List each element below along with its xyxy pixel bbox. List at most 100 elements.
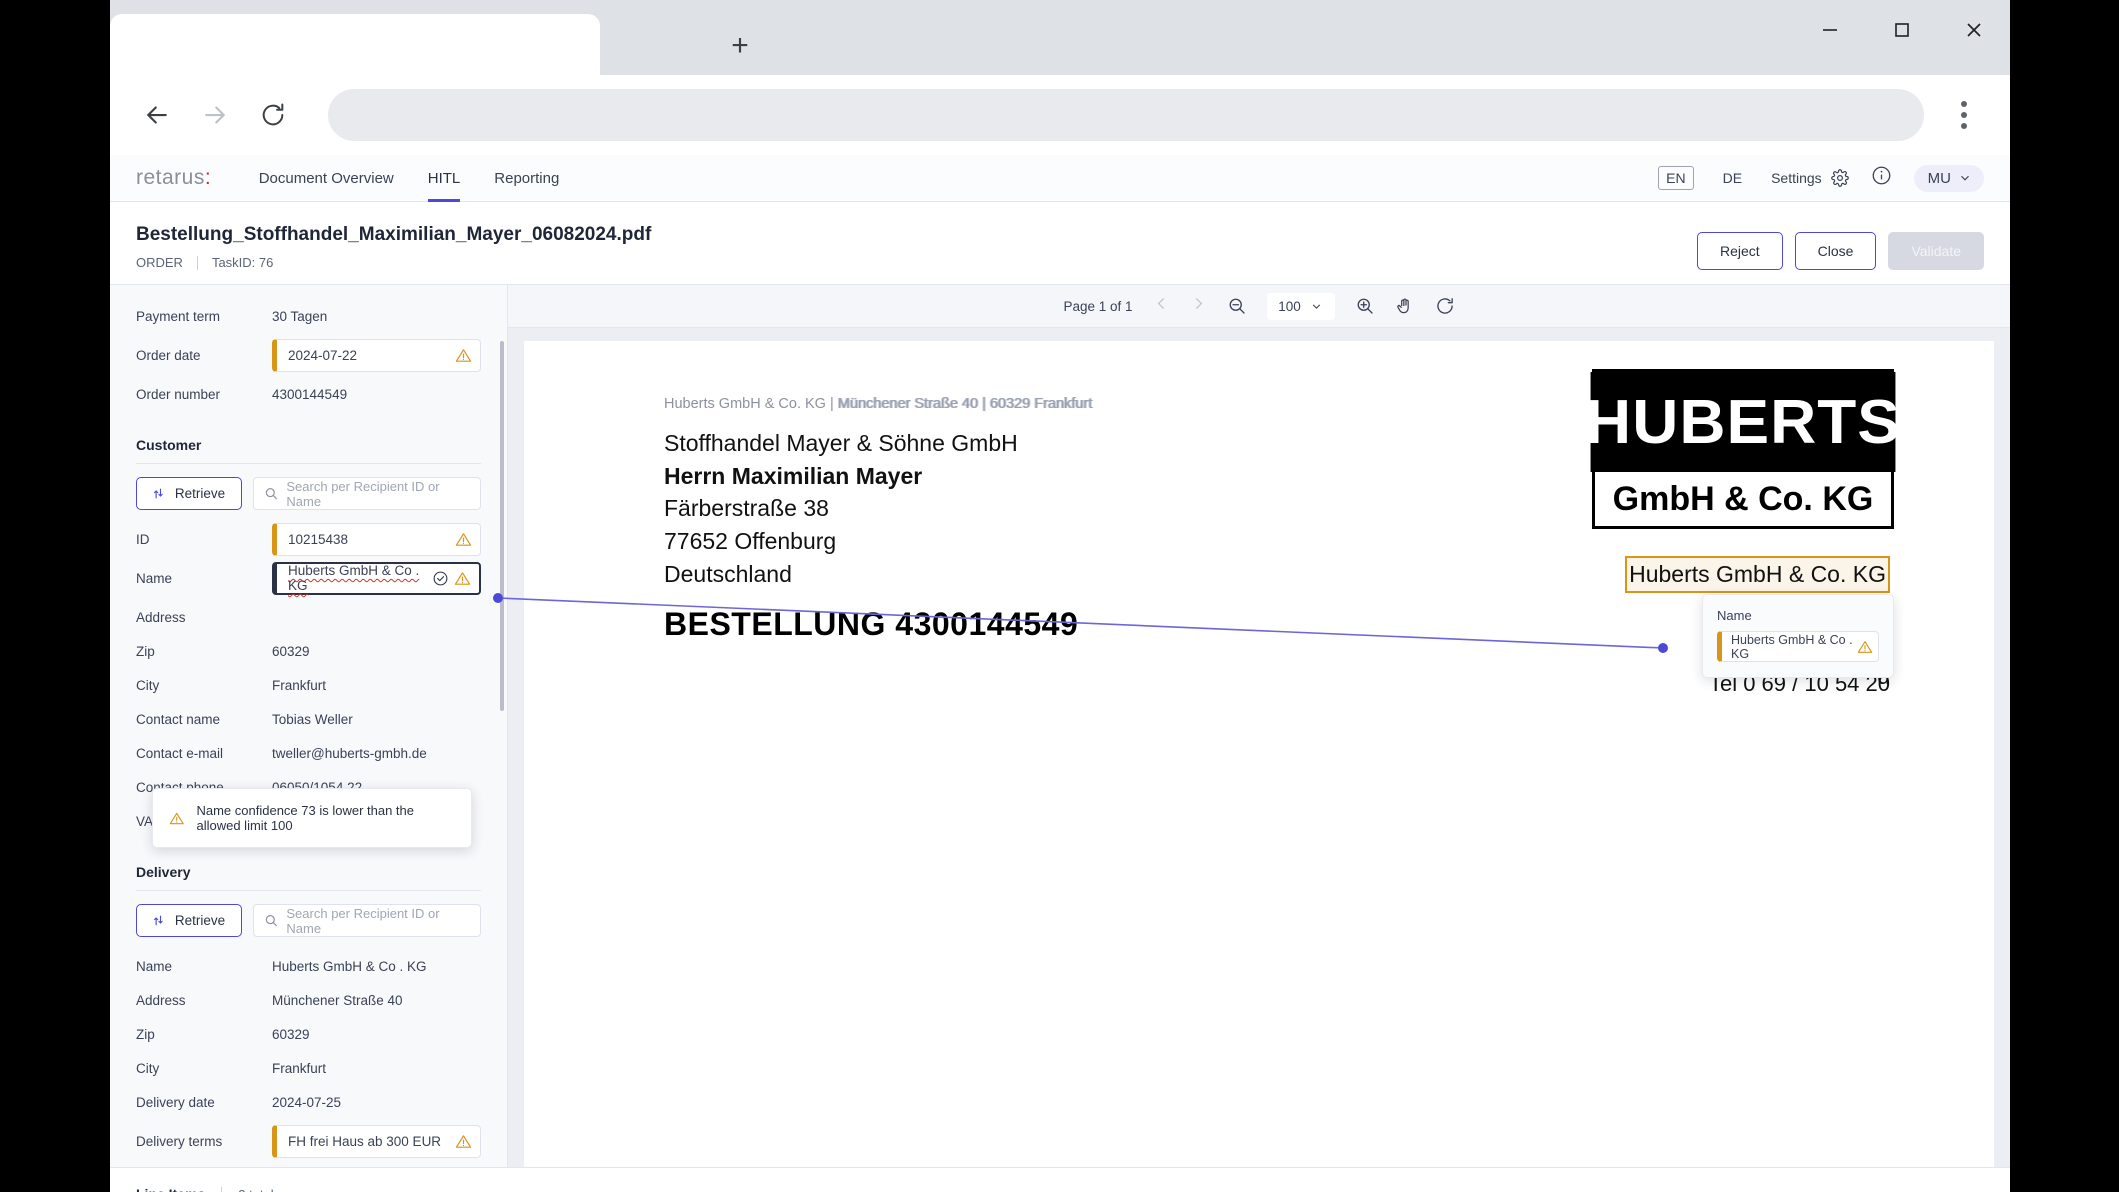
field-row-delivery-terms: Delivery terms FH frei Haus ab 300 EUR (136, 1124, 481, 1158)
rotate-icon[interactable] (1435, 296, 1455, 316)
task-id: TaskID: 76 (211, 255, 274, 270)
document-header: Bestellung_Stoffhandel_Maximilian_Mayer_… (110, 202, 2010, 285)
prev-page-icon[interactable] (1153, 295, 1170, 317)
field-value: 4300144549 (272, 386, 348, 402)
delivery-retrieve-button[interactable]: Retrieve (136, 904, 242, 937)
check-circle-icon (433, 571, 448, 585)
forward-arrow-icon[interactable] (186, 86, 244, 144)
popup-name-input[interactable]: Huberts GmbH & Co . KG (1717, 631, 1879, 662)
addr-line-2: Herrn Maximilian Mayer (664, 462, 923, 489)
sync-icon (153, 488, 163, 499)
field-value: 30 Tagen (272, 308, 328, 324)
hand-icon[interactable] (1395, 296, 1415, 316)
field-label: Name (136, 570, 173, 586)
field-label: Name (136, 958, 173, 974)
field-label: Contact e-mail (136, 745, 224, 761)
delivery-terms-input[interactable]: FH frei Haus ab 300 EUR (272, 1124, 481, 1158)
pdf-highlighted-name[interactable]: Huberts GmbH & Co. KG (1625, 556, 1890, 594)
user-avatar[interactable]: MU (1913, 164, 1984, 192)
retrieve-label: Retrieve (174, 486, 226, 501)
settings-label: Settings (1771, 170, 1822, 186)
header-actions: Reject Close Validate (1696, 224, 1984, 270)
field-row-delivery-city: City Frankfurt (136, 1051, 481, 1085)
search-placeholder: Search per Recipient ID or Name (286, 478, 440, 509)
maximize-icon[interactable] (1866, 0, 1938, 60)
logo-top-text: HUBERTS (1585, 372, 1900, 472)
field-label: Zip (136, 643, 155, 659)
addr-line-4: 77652 Offenburg (664, 527, 837, 554)
validate-button: Validate (1888, 232, 1984, 270)
nav-document-overview[interactable]: Document Overview (259, 155, 394, 202)
field-row-contact-name: Contact name Tobias Weller (136, 702, 481, 736)
field-label: Delivery date (136, 1094, 215, 1110)
zoom-in-icon[interactable] (1355, 296, 1375, 316)
pdf-page-area[interactable]: HUBERTS GmbH & Co. KG Huberts GmbH & Co.… (508, 328, 2010, 1167)
pdf-viewer: Page 1 of 1 100 HUBERTS GmbH & Co. KG Hu… (508, 285, 2010, 1167)
nav-hitl[interactable]: HITL (427, 155, 460, 202)
customer-search-input[interactable]: Search per Recipient ID or Name (253, 477, 481, 510)
field-label: Delivery terms (136, 1133, 223, 1149)
field-row-contact-email: Contact e-mail tweller@huberts-gmbh.de (136, 736, 481, 770)
pdf-toolbar: Page 1 of 1 100 (508, 285, 2010, 328)
address-bar[interactable] (328, 89, 1924, 141)
fields-sidebar: Payment term 30 Tagen Order date 2024-07… (110, 285, 508, 1167)
chevron-down-icon (1961, 175, 1969, 181)
customer-name-input[interactable]: Huberts GmbH & Co . KG (272, 561, 481, 595)
popup-value: Huberts GmbH & Co . KG (1731, 632, 1853, 661)
close-icon[interactable] (1938, 0, 2010, 60)
reload-icon[interactable] (244, 86, 302, 144)
zoom-level-select[interactable]: 100 (1266, 292, 1335, 320)
addr-line-1: Stoffhandel Mayer & Söhne GmbH (664, 430, 1018, 456)
field-label: City (136, 1060, 160, 1076)
field-row-payment-term: Payment term 30 Tagen (136, 299, 481, 333)
customer-retrieve-button[interactable]: Retrieve (136, 477, 242, 510)
new-tab-button[interactable]: + (720, 26, 760, 66)
lang-de-button[interactable]: DE (1716, 167, 1749, 189)
field-value: 2024-07-22 (288, 347, 358, 363)
warning-icon (454, 571, 471, 585)
sidebar-scrollbar[interactable] (500, 341, 504, 711)
delivery-search-input[interactable]: Search per Recipient ID or Name (253, 904, 481, 937)
field-row-delivery-date: Delivery date 2024-07-25 (136, 1085, 481, 1119)
field-label: Order date (136, 347, 201, 363)
field-value: Huberts GmbH & Co . KG (288, 563, 420, 593)
warning-icon (169, 812, 184, 824)
field-row-customer-id: ID 10215438 (136, 522, 481, 556)
browser-tab[interactable] (110, 14, 600, 75)
chevron-down-icon (1312, 303, 1320, 309)
field-row-customer-zip: Zip 60329 (136, 634, 481, 668)
field-value: FH frei Haus ab 300 EUR (288, 1133, 442, 1149)
search-icon (265, 488, 277, 500)
order-date-input[interactable]: 2024-07-22 (272, 338, 481, 372)
nav-reporting[interactable]: Reporting (494, 155, 559, 202)
reject-button[interactable]: Reject (1696, 232, 1783, 270)
browser-menu-icon[interactable] (1942, 86, 1986, 144)
settings-button[interactable]: Settings (1771, 169, 1849, 187)
zoom-out-icon[interactable] (1227, 296, 1247, 316)
next-page-icon[interactable] (1190, 295, 1207, 317)
logo-bottom-text: GmbH & Co. KG (1612, 479, 1874, 518)
addr-line-3: Färberstraße 38 (664, 495, 829, 522)
section-divider (136, 463, 481, 464)
gear-icon (1830, 169, 1849, 187)
close-button[interactable]: Close (1794, 232, 1877, 270)
sync-icon (153, 915, 163, 926)
back-arrow-icon[interactable] (128, 86, 186, 144)
field-value: Frankfurt (272, 677, 327, 693)
lang-en-button[interactable]: EN (1658, 166, 1694, 190)
pdf-recipient-address: Stoffhandel Mayer & Söhne GmbH Herrn Max… (664, 427, 1018, 590)
app-navbar-right: EN DE Settings MU (1658, 164, 1984, 192)
field-value: 60329 (272, 1026, 310, 1042)
info-icon[interactable] (1871, 165, 1892, 191)
field-value: 2024-07-25 (272, 1094, 342, 1110)
customer-id-input[interactable]: 10215438 (272, 522, 481, 556)
minimize-icon[interactable] (1794, 0, 1866, 60)
customer-retrieve-row: Retrieve Search per Recipient ID or Name (136, 477, 481, 510)
application: retarus: Document Overview HITL Reportin… (110, 155, 2010, 1192)
field-label: Contact name (136, 711, 221, 727)
main-body: Payment term 30 Tagen Order date 2024-07… (110, 285, 2010, 1167)
search-icon (265, 915, 277, 927)
line-items-title: Line Items (136, 1186, 205, 1192)
section-heading-delivery: Delivery (136, 864, 191, 880)
field-row-delivery-zip: Zip 60329 (136, 1017, 481, 1051)
